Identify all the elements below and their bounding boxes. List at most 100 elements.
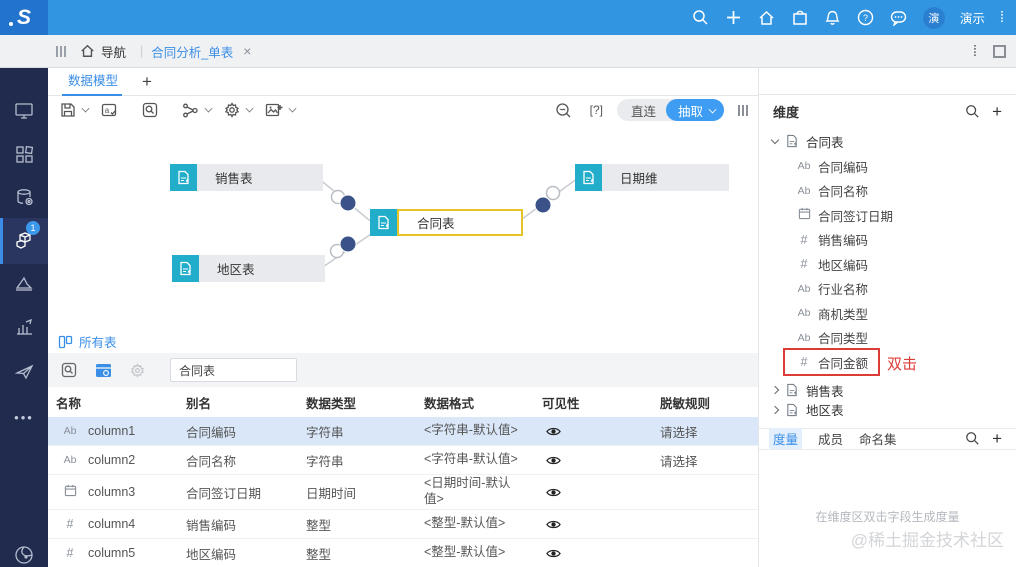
field-item[interactable]: Ab 商机类型: [759, 301, 1016, 326]
search-icon[interactable]: [965, 431, 980, 446]
settings-dropdown-icon[interactable]: [245, 104, 254, 113]
settings-icon[interactable]: [220, 99, 244, 121]
mode-direct-button[interactable]: 直连: [621, 101, 666, 120]
visibility-eye-icon[interactable]: [534, 519, 652, 530]
chevron-down-icon: [770, 135, 780, 144]
model-canvas[interactable]: 销售表 地区表 合同表 日期维: [48, 124, 758, 330]
add-icon[interactable]: +: [992, 103, 1002, 120]
field-item[interactable]: 合同签订日期: [759, 203, 1016, 228]
join-point-inner[interactable]: [339, 235, 357, 253]
visibility-eye-icon[interactable]: [534, 487, 652, 498]
help-icon[interactable]: ?: [857, 9, 875, 27]
panel-grip-icon[interactable]: [56, 45, 66, 57]
field-item[interactable]: Ab 合同名称: [759, 179, 1016, 204]
all-tables-link[interactable]: 所有表: [79, 332, 117, 351]
messages-icon[interactable]: [890, 9, 908, 27]
collapse-panel-icon[interactable]: [738, 104, 748, 116]
search-icon[interactable]: [61, 359, 77, 381]
join-point-outer[interactable]: [545, 185, 561, 201]
tab-members[interactable]: 成员: [818, 429, 843, 448]
tree-node-sales-table[interactable]: 销售表: [759, 381, 1016, 401]
home-icon[interactable]: [758, 9, 776, 27]
app-logo[interactable]: S: [0, 0, 48, 35]
table-node-date[interactable]: 日期维: [575, 164, 729, 191]
store-icon[interactable]: [791, 9, 809, 27]
table-search-input[interactable]: [170, 358, 297, 382]
tree-node-region-table[interactable]: 地区表: [759, 400, 1016, 420]
table-row[interactable]: # column4 销售编码 整型 <整型-默认值>: [48, 510, 758, 539]
search-icon[interactable]: [692, 9, 710, 27]
tab-more-icon[interactable]: ⁞: [973, 44, 977, 59]
table-row[interactable]: # column5 地区编码 整型 <整型-默认值>: [48, 539, 758, 567]
nav-tab[interactable]: 导航: [101, 42, 126, 61]
table-node-sales[interactable]: 销售表: [170, 164, 323, 191]
field-item[interactable]: # 销售编码: [759, 228, 1016, 253]
close-icon[interactable]: ×: [243, 43, 251, 59]
col-header-format[interactable]: 数据格式: [416, 393, 534, 412]
field-item[interactable]: Ab 合同编码: [759, 154, 1016, 179]
relation-dropdown-icon[interactable]: [204, 104, 213, 113]
sidebar-item-apps[interactable]: [0, 133, 48, 175]
table-row[interactable]: Ab column2 合同名称 字符串 <字符串-默认值> 请选择: [48, 446, 758, 475]
table-row[interactable]: column3 合同签订日期 日期时间 <日期时间-默认值>: [48, 475, 758, 510]
join-point-inner[interactable]: [339, 194, 357, 212]
text-type-icon: Ab: [797, 307, 811, 320]
tree-node-contract-table[interactable]: 合同表: [759, 128, 1016, 154]
field-item[interactable]: Ab 合同类型: [759, 326, 1016, 351]
search-icon[interactable]: [965, 104, 980, 119]
col-header-visibility[interactable]: 可见性: [534, 393, 652, 412]
tab-data-model[interactable]: 数据模型: [48, 68, 134, 96]
add-icon[interactable]: [725, 9, 743, 27]
more-icon[interactable]: ⁞: [1000, 10, 1004, 25]
masking-select[interactable]: 请选择: [652, 451, 758, 470]
home-icon[interactable]: [80, 44, 95, 58]
table-row[interactable]: Ab column1 合同编码 字符串 <字符串-默认值> 请选择: [48, 417, 758, 446]
sidebar-item-more[interactable]: •••: [0, 396, 48, 438]
masking-select[interactable]: 请选择: [652, 422, 758, 441]
col-header-type[interactable]: 数据类型: [298, 393, 416, 412]
add-icon[interactable]: +: [992, 430, 1002, 447]
add-model-tab-button[interactable]: +: [142, 72, 152, 92]
search-icon[interactable]: [138, 99, 162, 121]
sidebar-item-monitor[interactable]: [0, 90, 48, 132]
mode-extract-button[interactable]: 抽取: [665, 99, 724, 121]
field-item-contract-amount[interactable]: # 合同金额 双击: [759, 348, 1016, 376]
table-node-region[interactable]: 地区表: [172, 255, 325, 282]
save-icon[interactable]: [56, 99, 80, 121]
zoom-out-icon[interactable]: [551, 99, 576, 121]
sidebar-item-charts[interactable]: [0, 306, 48, 348]
table-view-icon[interactable]: [95, 359, 112, 381]
join-point-inner[interactable]: [534, 196, 552, 214]
visibility-eye-icon[interactable]: [534, 455, 652, 466]
sidebar-item-database[interactable]: [0, 176, 48, 218]
text-type-icon: Ab: [797, 160, 811, 173]
gear-icon[interactable]: [130, 359, 145, 381]
user-name[interactable]: 演示: [960, 8, 985, 27]
field-item[interactable]: Ab 行业名称: [759, 277, 1016, 302]
col-header-masking[interactable]: 脱敏规则: [652, 393, 758, 412]
visibility-eye-icon[interactable]: [534, 548, 652, 559]
export-dropdown-icon[interactable]: [288, 104, 297, 113]
table-node-label: 销售表: [197, 164, 323, 191]
field-item[interactable]: # 地区编码: [759, 252, 1016, 277]
col-header-alias[interactable]: 别名: [178, 393, 298, 412]
relation-icon[interactable]: [178, 99, 203, 121]
sidebar-item-analysis[interactable]: [0, 263, 48, 305]
notifications-icon[interactable]: [824, 9, 842, 27]
text-type-icon: Ab: [797, 184, 811, 197]
tab-measures[interactable]: 度量: [769, 428, 803, 449]
save-dropdown-icon[interactable]: [81, 104, 90, 113]
sidebar-item-publish[interactable]: [0, 351, 48, 393]
qa-icon[interactable]: [0, 534, 48, 567]
table-node-contract[interactable]: 合同表: [370, 209, 523, 236]
visibility-eye-icon[interactable]: [534, 426, 652, 437]
tab-named-sets[interactable]: 命名集: [859, 429, 897, 448]
maximize-icon[interactable]: [993, 44, 1006, 58]
rename-icon[interactable]: a: [97, 99, 122, 121]
sidebar-item-data-model[interactable]: 1: [0, 218, 48, 264]
avatar[interactable]: 演: [922, 6, 945, 29]
col-header-name[interactable]: 名称: [48, 393, 178, 412]
tab-contract-analysis[interactable]: 合同分析_单表: [151, 42, 233, 61]
export-image-icon[interactable]: [261, 99, 287, 121]
help-shortcut[interactable]: [?]: [590, 103, 603, 117]
